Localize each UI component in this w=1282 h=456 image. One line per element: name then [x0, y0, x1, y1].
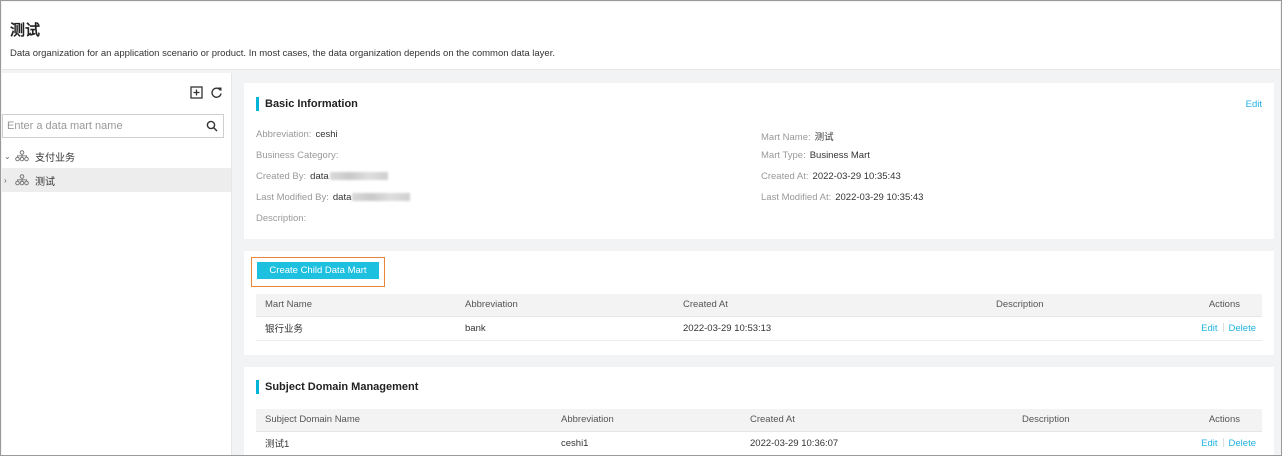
actions-cell: Edit Delete [1167, 431, 1262, 455]
column-header: Actions [1167, 409, 1262, 432]
info-value: data [310, 171, 329, 182]
info-created-by: Created By: data [256, 171, 388, 182]
tree-item-label: 测试 [35, 176, 55, 188]
sidebar: ⌄ 支付业务 › 测试 [2, 73, 232, 455]
hierarchy-icon [15, 174, 29, 186]
child-marts-card: Create Child Data Mart Mart Name Abbrevi… [244, 251, 1274, 355]
create-child-mart-button[interactable]: Create Child Data Mart [257, 262, 379, 279]
info-value: 2022-03-29 10:35:43 [835, 192, 924, 203]
add-square-icon [189, 85, 203, 99]
divider [1222, 438, 1224, 448]
redacted-text [329, 172, 388, 181]
search-icon[interactable] [206, 120, 218, 132]
column-header: Created At [674, 294, 987, 317]
page-header: 测试 Data organization for an application … [2, 2, 1280, 70]
app-frame: 测试 Data organization for an application … [0, 0, 1282, 456]
column-header: Created At [741, 409, 1013, 432]
info-last-modified-at: Last Modified At: 2022-03-29 10:35:43 [761, 192, 923, 203]
delete-link[interactable]: Delete [1229, 323, 1256, 334]
info-mart-type: Mart Type: Business Mart [761, 150, 870, 161]
mart-name-cell: 银行业务 [256, 316, 456, 341]
column-header: Description [1013, 409, 1167, 432]
add-mart-button[interactable] [189, 85, 203, 99]
description-cell [1013, 431, 1167, 455]
tree-item-payment[interactable]: ⌄ 支付业务 [2, 144, 231, 168]
abbreviation-cell: ceshi1 [552, 431, 741, 455]
info-label: Created By: [256, 171, 307, 182]
info-value: data [332, 192, 352, 203]
chevron-right-icon[interactable]: › [4, 176, 14, 185]
info-abbreviation: Abbreviation: ceshi [256, 129, 338, 140]
table-row: 银行业务 bank 2022-03-29 10:53:13 Edit Delete [256, 316, 1262, 341]
child-marts-table: Mart Name Abbreviation Created At Descri… [256, 294, 1262, 341]
info-label: Abbreviation: [256, 129, 312, 140]
refresh-button[interactable] [209, 85, 223, 99]
info-last-modified-by: Last Modified By: data [256, 192, 411, 203]
column-header: Mart Name [256, 294, 456, 317]
info-business-category: Business Category: [256, 150, 342, 161]
info-label: Last Modified At: [761, 192, 832, 203]
info-created-at: Created At: 2022-03-29 10:35:43 [761, 171, 901, 182]
table-header-row: Mart Name Abbreviation Created At Descri… [256, 294, 1262, 317]
edit-link[interactable]: Edit [1201, 323, 1217, 334]
info-value: 2022-03-29 10:35:43 [812, 171, 901, 182]
edit-basic-info-link[interactable]: Edit [1246, 99, 1262, 110]
column-header: Abbreviation [552, 409, 741, 432]
info-mart-name: Mart Name: 测试 [761, 129, 834, 143]
info-value: 测试 [814, 132, 834, 143]
created-at-cell: 2022-03-29 10:36:07 [741, 431, 1013, 455]
info-label: Business Category: [256, 150, 339, 161]
tree-item-test[interactable]: › 测试 [2, 168, 231, 192]
info-label: Last Modified By: [256, 192, 329, 203]
table-row: 测试1 ceshi1 2022-03-29 10:36:07 Edit Delet… [256, 431, 1262, 455]
description-cell [987, 316, 1167, 341]
table-header-row: Subject Domain Name Abbreviation Created… [256, 409, 1262, 432]
hierarchy-icon [15, 150, 29, 162]
column-header: Subject Domain Name [256, 409, 552, 432]
info-label: Created At: [761, 171, 809, 182]
subject-domain-table: Subject Domain Name Abbreviation Created… [256, 409, 1262, 455]
delete-link[interactable]: Delete [1229, 438, 1256, 449]
subject-domain-card: Subject Domain Management Subject Domain… [244, 367, 1274, 455]
info-value: ceshi [315, 129, 338, 140]
info-label: Mart Type: [761, 150, 806, 161]
page-title: 测试 [10, 22, 41, 39]
abbreviation-cell: bank [456, 316, 674, 341]
actions-cell: Edit Delete [1167, 316, 1262, 341]
info-label: Mart Name: [761, 132, 811, 143]
page-description: Data organization for an application sce… [10, 48, 555, 59]
column-header: Actions [1167, 294, 1262, 317]
column-header: Abbreviation [456, 294, 674, 317]
domain-name-cell: 测试1 [256, 431, 552, 455]
subject-domain-title: Subject Domain Management [256, 380, 418, 394]
mart-search-input[interactable] [7, 118, 197, 134]
chevron-down-icon[interactable]: ⌄ [4, 152, 14, 161]
refresh-icon [210, 87, 222, 98]
info-label: Description: [256, 213, 307, 224]
basic-info-card: Basic Information Edit Abbreviation: cesh… [244, 83, 1274, 239]
column-header: Description [987, 294, 1167, 317]
info-value: Business Mart [809, 150, 870, 161]
redacted-text [352, 193, 411, 202]
info-description: Description: [256, 213, 310, 224]
edit-link[interactable]: Edit [1201, 438, 1217, 449]
divider [1222, 323, 1224, 333]
tree-item-label: 支付业务 [35, 152, 75, 164]
created-at-cell: 2022-03-29 10:53:13 [674, 316, 987, 341]
mart-search [2, 114, 224, 138]
basic-info-title: Basic Information [256, 97, 358, 111]
